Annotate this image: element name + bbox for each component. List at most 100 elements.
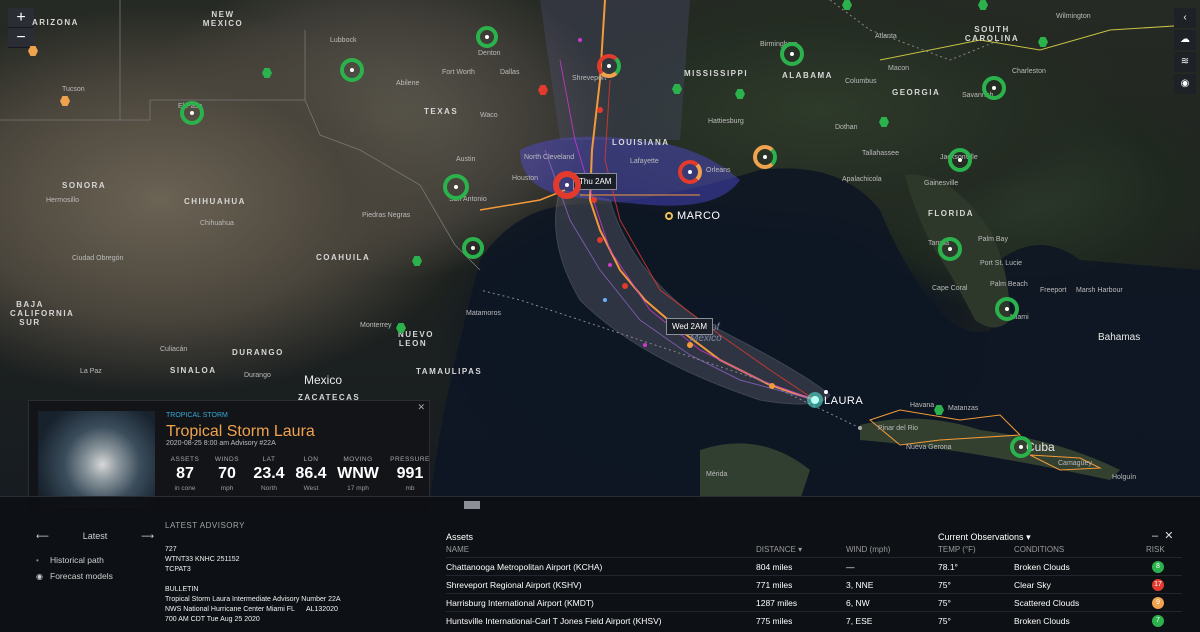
table-row[interactable]: Shreveport Regional Airport (KSHV) 771 mi…	[446, 575, 1182, 593]
sort-desc-icon: ▾	[798, 545, 803, 554]
city-label: Lubbock	[330, 37, 357, 44]
cell-wind: 7, ESE	[846, 616, 873, 626]
zoom-out-button[interactable]: −	[8, 28, 34, 48]
close-icon[interactable]: ✕	[1164, 530, 1173, 542]
table-row[interactable]: Chattanooga Metropolitan Airport (KCHA) 8…	[446, 557, 1182, 575]
storm-label-marco[interactable]: MARCO	[677, 210, 720, 222]
advisory-line: WTNT33 KNHC 251152	[165, 556, 240, 563]
city-label: Monterrey	[360, 322, 392, 329]
cell-temp: 75°	[938, 598, 951, 608]
city-label: North Cleveland	[524, 154, 575, 161]
cell-distance: 1287 miles	[756, 598, 798, 608]
state-label: SONORA	[62, 181, 107, 190]
city-label: Austin	[456, 156, 476, 163]
cloud-icon[interactable]: ☁	[1174, 30, 1196, 50]
col-distance[interactable]: DISTANCE ▾	[756, 545, 802, 554]
map-tools: ‹ ☁ ≋ ◉	[1174, 8, 1196, 96]
state-label: GEORGIA	[892, 88, 941, 97]
stat-moving: MOVING WNW 17 mph	[334, 456, 382, 492]
asset-marker[interactable]	[982, 76, 1006, 100]
city-label: Columbus	[845, 78, 877, 85]
asset-marker[interactable]	[995, 297, 1019, 321]
risk-cluster-marker[interactable]	[753, 145, 777, 169]
location-icon[interactable]: ◉	[1174, 74, 1196, 94]
close-icon[interactable]: ✕	[417, 402, 425, 413]
advisory-line: NWS National Hurricane Center Miami FL A…	[165, 606, 338, 613]
asset-marker[interactable]	[938, 237, 962, 261]
stat-value: 87	[176, 465, 194, 482]
risk-cluster-marker[interactable]	[553, 171, 581, 199]
storm-marker-marco[interactable]	[665, 212, 673, 220]
asset-marker[interactable]	[476, 26, 498, 48]
stat-lon: LON 86.4 West	[292, 456, 330, 492]
stat-label: LON	[303, 456, 319, 463]
asset-marker[interactable]	[780, 42, 804, 66]
nav-forecast-models[interactable]: ◉ Forecast models	[36, 571, 154, 581]
col-wind[interactable]: WIND (mph)	[846, 545, 890, 554]
nav-item-label: Historical path	[50, 555, 104, 565]
stat-unit: 17 mph	[347, 485, 369, 492]
asset-marker[interactable]	[443, 174, 469, 200]
table-row[interactable]: Huntsville International-Carl T Jones Fi…	[446, 611, 1182, 629]
asset-marker[interactable]	[462, 237, 484, 259]
city-label: Charleston	[1012, 68, 1046, 75]
asset-marker[interactable]	[1010, 436, 1032, 458]
asset-marker[interactable]	[180, 101, 204, 125]
state-label: ARIZONA	[32, 18, 79, 27]
nav-item-label: Forecast models	[50, 571, 113, 581]
city-label: Atlanta	[875, 33, 897, 40]
observations-dropdown[interactable]: Current Observations ▾	[938, 532, 1031, 543]
storm-label-laura[interactable]: LAURA	[824, 395, 863, 407]
zoom-in-button[interactable]: +	[8, 8, 34, 28]
storm-stats: ASSETS 87 in cone WINDS 70 mph LAT 23.4 …	[166, 456, 438, 492]
city-label: Matanzas	[948, 405, 979, 412]
city-label: Holguín	[1112, 474, 1137, 481]
city-label: Palm Bay	[978, 236, 1008, 243]
stat-unit: in cone	[174, 485, 196, 492]
forecast-point-tooltip[interactable]: Wed 2AM	[666, 318, 713, 335]
advisory-line: 700 AM CDT Tue Aug 25 2020	[165, 616, 260, 623]
advisory-current: Latest	[82, 531, 108, 541]
state-label: TEXAS	[424, 107, 459, 116]
nav-historical-path[interactable]: • Historical path	[36, 555, 154, 565]
advisory-line: TCPAT3	[165, 566, 191, 573]
risk-badge: 17	[1152, 579, 1164, 591]
observations-label: Current Observations	[938, 532, 1024, 542]
state-label: ALABAMA	[782, 71, 833, 80]
arrow-left-icon[interactable]: ⟵	[36, 531, 49, 545]
minimize-icon[interactable]: –	[1152, 530, 1158, 542]
table-row[interactable]: Harrisburg International Airport (KMDT) 1…	[446, 593, 1182, 611]
country-label: Mexico	[304, 373, 343, 387]
arrow-right-icon[interactable]: ⟶	[141, 531, 154, 545]
city-label: Cape Coral	[932, 285, 968, 292]
state-label: TAMAULIPAS	[416, 367, 483, 376]
panel-resize-handle[interactable]	[464, 501, 480, 509]
city-label: Hattiesburg	[708, 118, 744, 125]
panel-controls: – ✕	[1152, 529, 1173, 542]
col-risk[interactable]: RISK	[1146, 545, 1165, 554]
city-label: Wilmington	[1056, 13, 1091, 20]
cell-distance: 775 miles	[756, 616, 793, 626]
advisory-line: BULLETIN	[165, 586, 199, 593]
layers-icon[interactable]: ≋	[1174, 52, 1196, 72]
col-name[interactable]: NAME	[446, 545, 469, 554]
city-label: Abilene	[396, 80, 420, 87]
stat-value: 70	[218, 465, 236, 482]
stat-unit: mph	[220, 485, 234, 492]
risk-cluster-marker[interactable]	[597, 54, 621, 78]
col-conditions[interactable]: CONDITIONS	[1014, 545, 1064, 554]
city-label: Orleans	[706, 167, 731, 174]
col-temp[interactable]: TEMP (°F)	[938, 545, 976, 554]
chevron-left-icon[interactable]: ‹	[1174, 8, 1196, 28]
cell-distance: 804 miles	[756, 562, 793, 572]
asset-marker[interactable]	[948, 148, 972, 172]
city-label: Piedras Negras	[362, 212, 411, 219]
storm-satellite-thumbnail[interactable]	[38, 411, 155, 508]
risk-cluster-marker[interactable]	[678, 160, 702, 184]
city-label: Apalachicola	[842, 176, 882, 183]
stat-assets: ASSETS 87 in cone	[166, 456, 204, 492]
asset-marker[interactable]	[340, 58, 364, 82]
state-label: NEW MEXICO	[202, 10, 244, 28]
bottom-panel: ⟵ Latest ⟶ • Historical path ◉ Forecast …	[0, 496, 1200, 632]
storm-type: TROPICAL STORM	[166, 412, 228, 419]
